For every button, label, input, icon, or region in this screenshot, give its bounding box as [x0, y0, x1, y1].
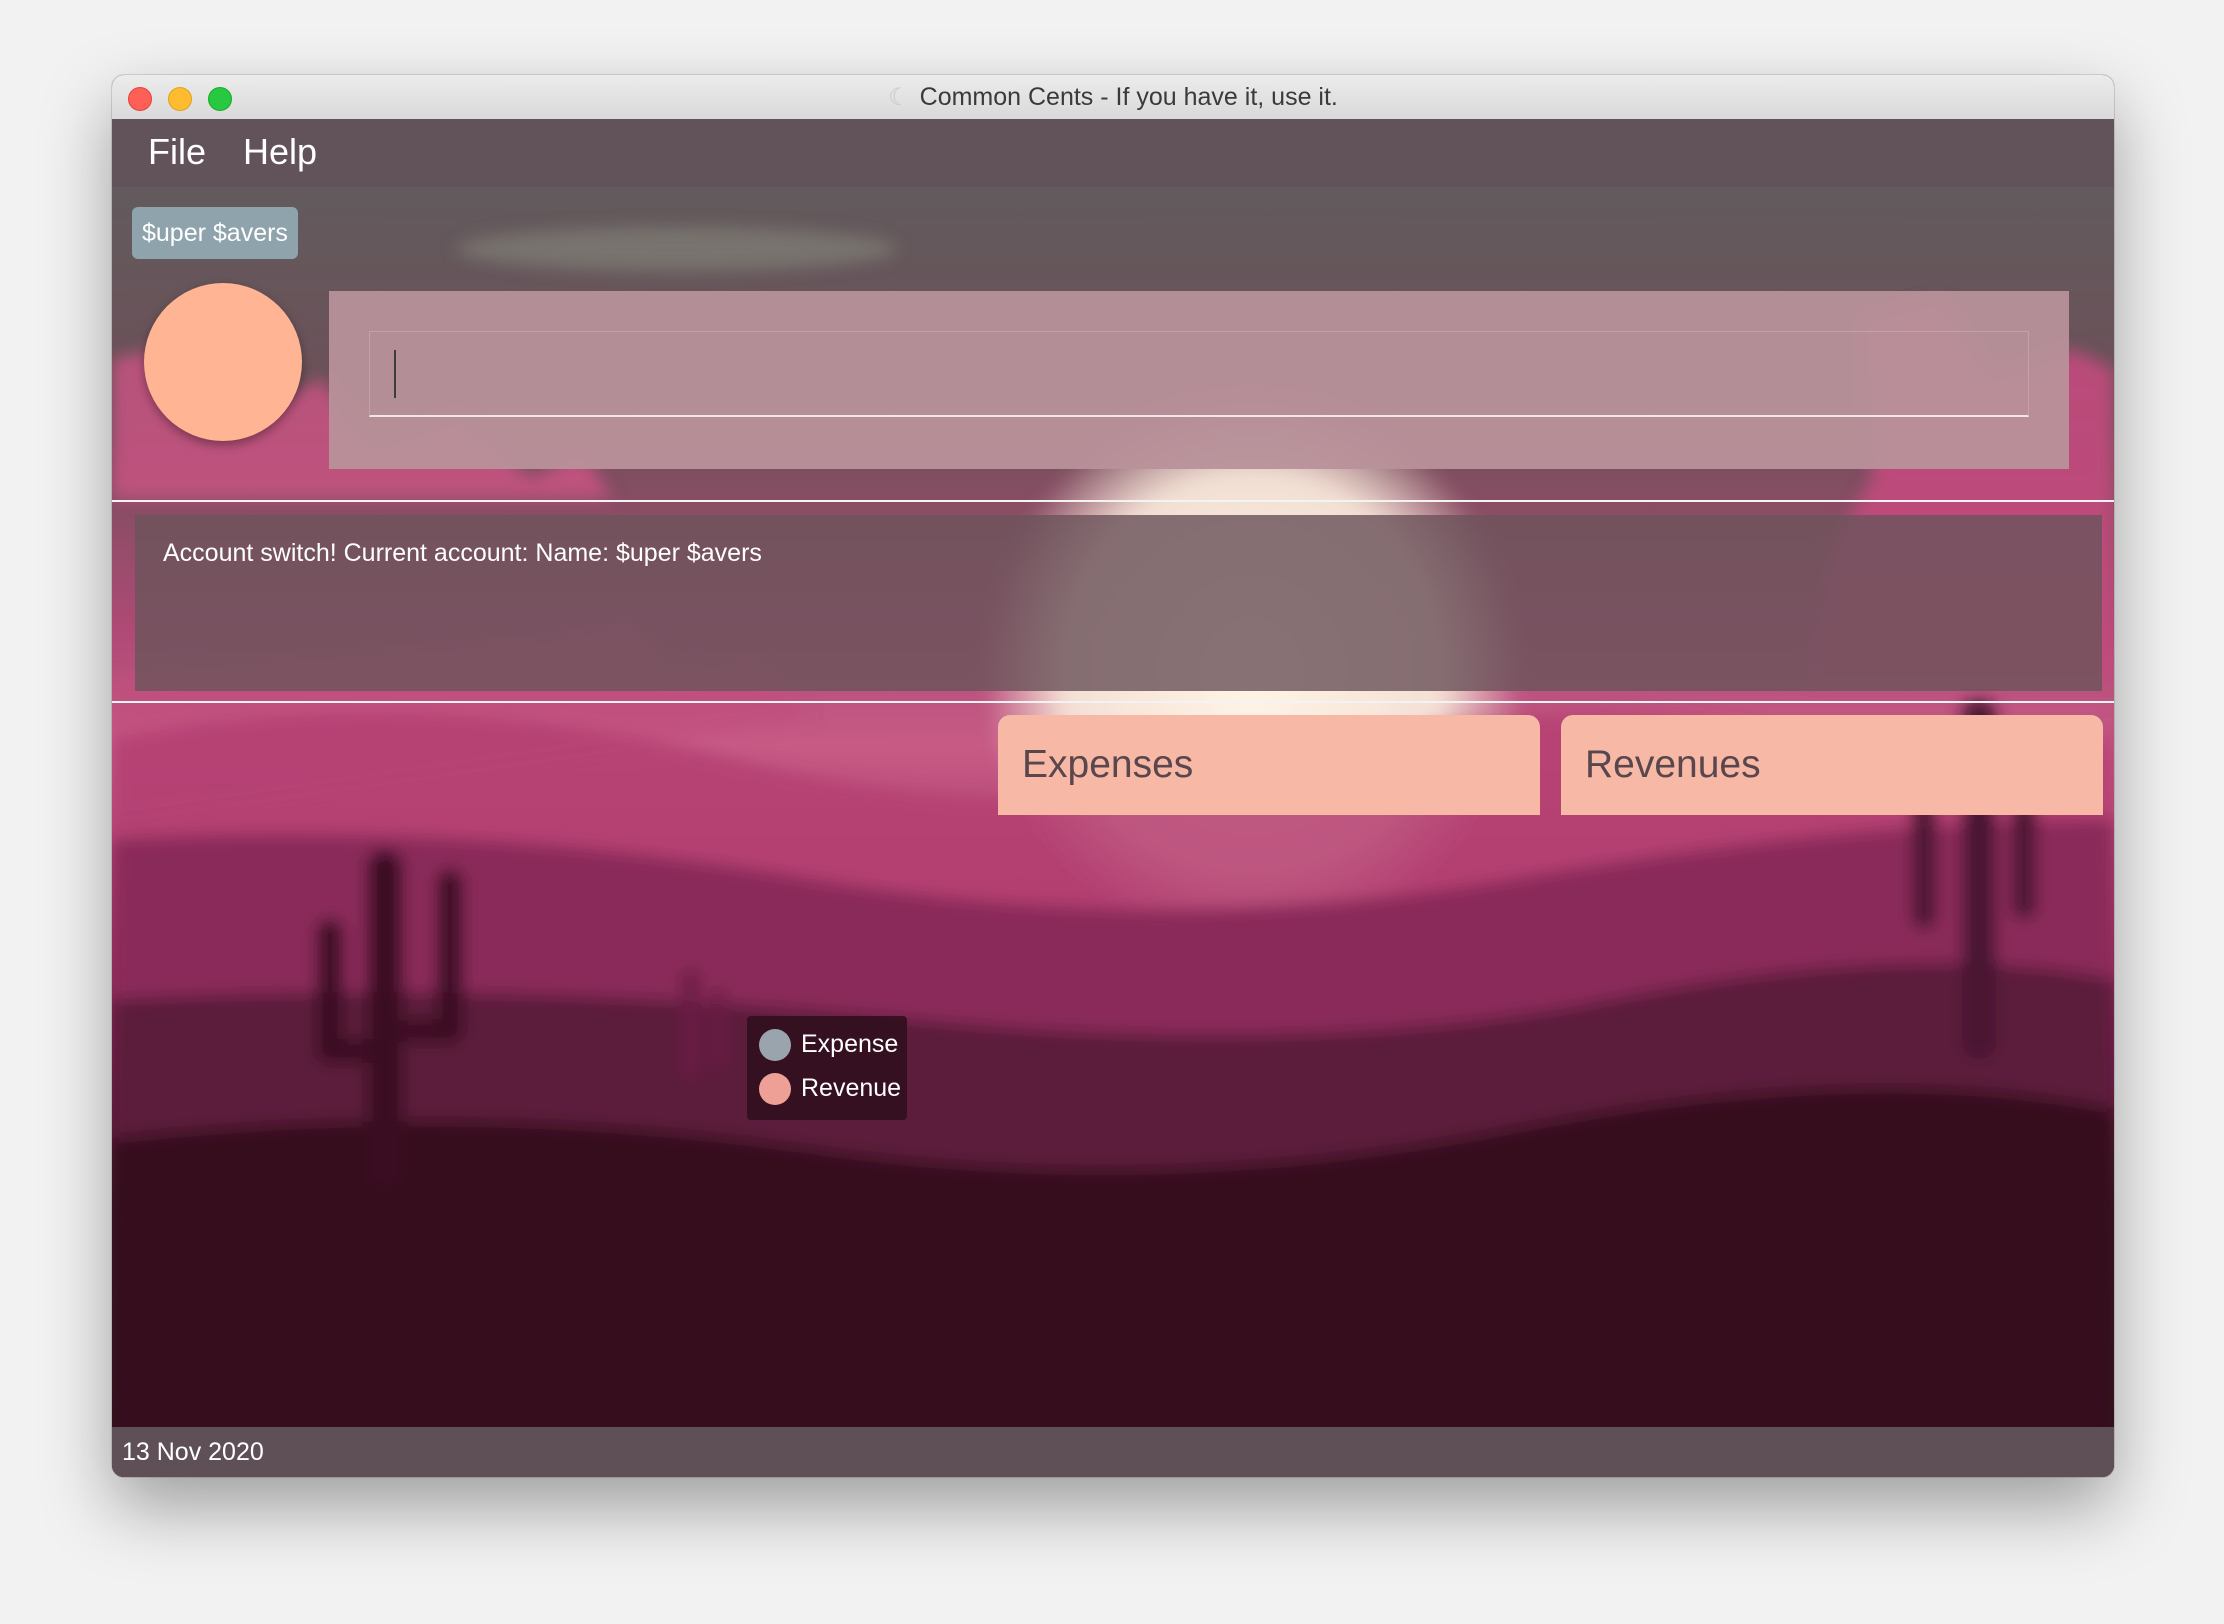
menu-bar: File Help: [112, 119, 2114, 187]
title-bar: ☾ Common Cents - If you have it, use it.: [112, 75, 2114, 120]
expenses-header: Expenses: [998, 715, 1540, 815]
legend-dot-revenue: [759, 1073, 791, 1105]
status-date: 13 Nov 2020: [122, 1438, 264, 1466]
window-title: ☾ Common Cents - If you have it, use it.: [112, 75, 2114, 119]
divider-bottom: [112, 701, 2114, 703]
legend-label-revenue: Revenue: [801, 1074, 902, 1102]
command-input[interactable]: [369, 331, 2029, 417]
legend-label-expense: Expense: [801, 1030, 899, 1058]
chart-legend: Expense Revenue: [747, 1016, 907, 1120]
app-window: ☾ Common Cents - If you have it, use it.: [112, 75, 2114, 1477]
status-bar: 13 Nov 2020: [112, 1427, 2114, 1477]
window-title-text: Common Cents - If you have it, use it.: [919, 83, 1338, 111]
menu-help[interactable]: Help: [243, 131, 317, 173]
result-message: Account switch! Current account: Name: $…: [163, 539, 762, 567]
divider-top: [112, 500, 2114, 502]
account-name-badge: $uper $avers: [132, 207, 298, 259]
text-caret: [394, 350, 396, 398]
app-icon: ☾: [888, 84, 910, 111]
menu-file[interactable]: File: [148, 131, 206, 173]
result-display: Account switch! Current account: Name: $…: [135, 515, 2102, 691]
revenues-header: Revenues: [1561, 715, 2103, 815]
command-box: [329, 291, 2069, 469]
account-avatar: [144, 283, 302, 441]
legend-dot-expense: [759, 1029, 791, 1061]
